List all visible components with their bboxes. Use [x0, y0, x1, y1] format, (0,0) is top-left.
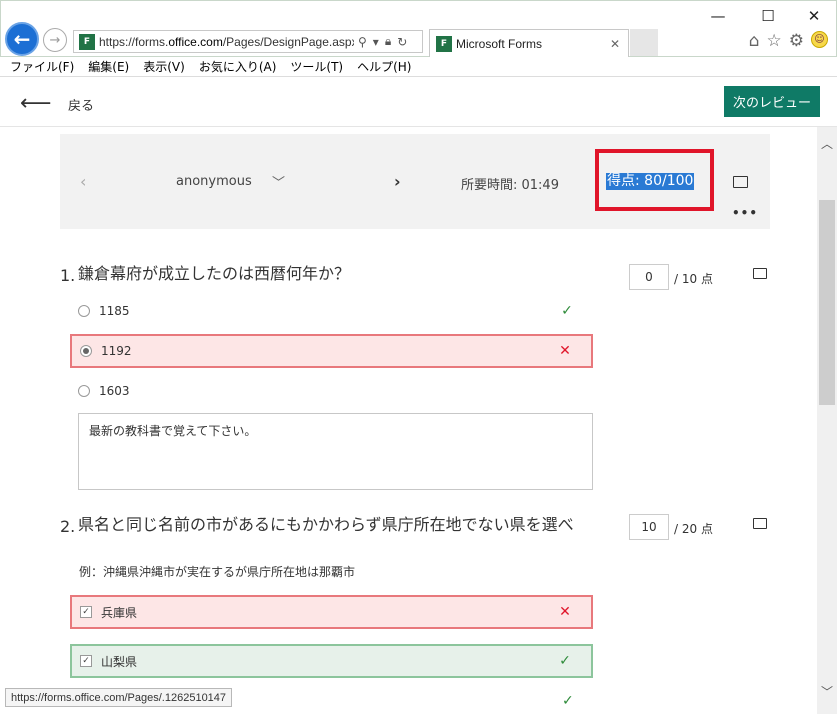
question-number: 1.: [60, 266, 76, 285]
radio-button-selected[interactable]: [80, 345, 92, 357]
url-text[interactable]: https://forms.office.com/Pages/DesignPag…: [99, 35, 354, 49]
menu-help[interactable]: ヘルプ(H): [357, 58, 411, 75]
browser-titlebar: — ☐ ✕ ← → F https://forms.office.com/Pag…: [0, 0, 837, 58]
minimize-button[interactable]: —: [695, 5, 741, 27]
next-response-icon[interactable]: ›: [394, 172, 401, 191]
option-item-correct[interactable]: ✓ 山梨県 ✓: [70, 644, 593, 678]
option-label: 1192: [101, 344, 132, 358]
maximize-button[interactable]: ☐: [745, 5, 791, 27]
feedback-smiley-icon[interactable]: ☺: [811, 31, 828, 48]
dropdown-icon[interactable]: ▾: [373, 35, 379, 49]
comment-icon[interactable]: [733, 176, 748, 188]
score-highlight-box: [595, 149, 714, 211]
question-title: 鎌倉幕府が成立したのは西暦何年か？: [78, 264, 351, 283]
respondent-name[interactable]: anonymous: [176, 174, 252, 189]
question-title: 県名と同じ名前の市があるにもかかわらず県庁所在地でない県を選べ: [78, 515, 574, 534]
feedback-textarea[interactable]: 最新の教科書で覚えて下さい。: [78, 413, 593, 490]
cross-icon: ✕: [559, 604, 571, 620]
status-bar-url: https://forms.office.com/Pages/.12625101…: [5, 688, 233, 707]
checkbox-checked[interactable]: ✓: [80, 606, 92, 618]
option-label: 1185: [99, 304, 130, 318]
checkmark-icon: ✓: [561, 303, 573, 319]
option-item-wrong[interactable]: ✓ 兵庫県 ✕: [70, 595, 593, 629]
option-label: 1603: [99, 384, 130, 398]
comment-icon[interactable]: [753, 268, 767, 279]
menu-file[interactable]: ファイル(F): [10, 58, 74, 75]
home-icon[interactable]: ⌂: [749, 31, 760, 51]
question-subtitle: 例：沖縄県沖縄市が実在するが県庁所在地は那覇市: [79, 565, 356, 579]
cross-icon: ✕: [559, 343, 571, 359]
option-label: 兵庫県: [101, 605, 138, 620]
search-icon[interactable]: ⚲: [358, 35, 367, 49]
chevron-down-icon[interactable]: ﹀: [272, 172, 285, 191]
question-number: 2.: [60, 517, 76, 536]
points-max: / 10 点: [674, 272, 713, 286]
menu-favorites[interactable]: お気に入り(A): [199, 58, 277, 75]
back-link[interactable]: 戻る: [68, 95, 94, 114]
comment-icon[interactable]: [753, 518, 767, 529]
option-label: 山梨県: [101, 654, 138, 669]
elapsed-time: 所要時間: 01:49: [461, 178, 559, 193]
menu-tools[interactable]: ツール(T): [290, 58, 343, 75]
refresh-icon[interactable]: ↻: [397, 35, 407, 49]
checkmark-icon: ✓: [562, 693, 574, 709]
page-scrollbar[interactable]: ︿ ﹀: [817, 127, 837, 714]
forms-favicon-icon: F: [436, 36, 452, 52]
page-header: ⟵ 戻る 次のレビュー: [0, 77, 837, 127]
forms-favicon-icon: F: [79, 33, 95, 50]
forward-arrow-icon: →: [49, 32, 61, 48]
menu-view[interactable]: 表示(V): [143, 58, 185, 75]
radio-button[interactable]: [78, 305, 90, 317]
points-max: / 20 点: [674, 522, 713, 536]
response-header: ‹ anonymous ﹀ › 所要時間: 01:49 得点: 80/100 •…: [60, 134, 770, 229]
radio-button[interactable]: [78, 385, 90, 397]
scroll-down-icon[interactable]: ﹀: [821, 683, 833, 700]
option-item[interactable]: 1603: [70, 374, 593, 408]
previous-response-icon[interactable]: ‹: [80, 172, 86, 191]
close-window-button[interactable]: ✕: [791, 5, 837, 27]
back-arrow-icon[interactable]: ⟵: [20, 91, 52, 116]
checkmark-icon: ✓: [559, 653, 571, 669]
address-bar[interactable]: F https://forms.office.com/Pages/DesignP…: [73, 30, 423, 53]
browser-back-button[interactable]: ←: [5, 22, 39, 56]
tab-microsoft-forms[interactable]: F Microsoft Forms ✕: [429, 29, 629, 58]
favorites-star-icon[interactable]: ☆: [767, 31, 782, 51]
tab-close-icon[interactable]: ✕: [610, 37, 620, 51]
option-item-wrong[interactable]: 1192 ✕: [70, 334, 593, 368]
next-review-button[interactable]: 次のレビュー: [724, 86, 820, 117]
menu-edit[interactable]: 編集(E): [88, 58, 129, 75]
lock-icon[interactable]: 🔒︎: [385, 34, 391, 49]
scroll-thumb[interactable]: [819, 200, 835, 405]
more-options-icon[interactable]: •••: [732, 206, 758, 220]
new-tab-button[interactable]: [630, 29, 658, 56]
option-item[interactable]: 1185 ✓: [70, 294, 593, 328]
points-input[interactable]: 10: [629, 514, 669, 540]
menu-bar: ファイル(F) 編集(E) 表示(V) お気に入り(A) ツール(T) ヘルプ(…: [0, 57, 837, 77]
browser-forward-button[interactable]: →: [43, 28, 67, 52]
points-input[interactable]: 0: [629, 264, 669, 290]
back-arrow-icon: ←: [13, 27, 31, 51]
tab-title: Microsoft Forms: [456, 37, 543, 51]
checkbox-checked[interactable]: ✓: [80, 655, 92, 667]
settings-gear-icon[interactable]: ⚙: [789, 31, 804, 51]
scroll-up-icon[interactable]: ︿: [821, 135, 833, 152]
